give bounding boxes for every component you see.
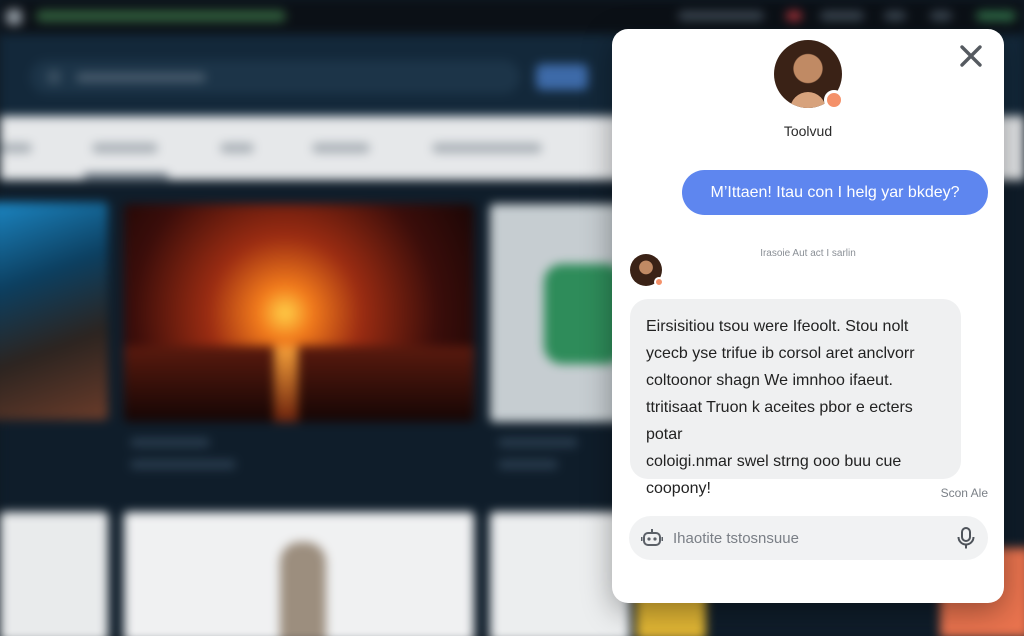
background-active-tab-indicator [84, 174, 168, 178]
background-search-placeholder [76, 73, 206, 82]
background-tab [92, 143, 158, 153]
bot-message-line: ycecb yse trifue ib corsol aret anclvorr [646, 345, 915, 362]
background-title-placeholder [36, 10, 286, 22]
message-timestamp: Irasoie Aut act I sarlin [760, 248, 856, 259]
bot-message-line: ttritisaat Truon k aceites pbor e ecters… [646, 399, 913, 443]
background-top-item [930, 11, 952, 21]
message-composer [629, 516, 988, 560]
agent-name: Toolvud [783, 123, 833, 139]
search-icon [48, 71, 60, 83]
chat-popup: Toolvud M’Ittaen! Itau con I helg yar bk… [612, 29, 1004, 603]
message-input[interactable] [673, 522, 941, 554]
background-tab [432, 143, 542, 153]
bot-message-bubble: Eirsisitiou tsou were Ifeoolt. Stou nolt… [630, 299, 961, 497]
background-card [490, 512, 630, 636]
bot-message-line: coopony! [646, 480, 711, 497]
bot-icon [641, 529, 663, 546]
background-card [124, 512, 474, 636]
background-top-item [786, 11, 802, 21]
background-top-item [820, 11, 864, 21]
read-receipt-label: Scon Ale [940, 486, 988, 500]
bot-message-line: coltoonor shagn We imnhoo ifaeut. [646, 372, 893, 389]
background-top-item [976, 11, 1016, 21]
background-tab [220, 143, 254, 153]
background-top-item [678, 11, 764, 21]
bot-status-indicator [654, 277, 664, 287]
background-card-sea [124, 346, 474, 422]
background-card-meta [130, 460, 236, 469]
agent-avatar-shoulders [790, 92, 826, 108]
close-button[interactable] [956, 41, 986, 71]
background-card-meta [130, 438, 210, 447]
background-logo [6, 9, 22, 25]
background-top-item [884, 11, 906, 21]
background-card [0, 512, 108, 636]
agent-status-indicator [824, 90, 844, 110]
user-message-bubble: M’Ittaen! Itau con I helg yar bkdey? [682, 170, 988, 215]
background-card-figure [280, 542, 326, 636]
background-search-bar [30, 60, 520, 94]
mic-icon[interactable] [955, 526, 977, 550]
close-icon [960, 45, 982, 67]
bot-message-line: coloigi.nmar swel strng ooo buu cue [646, 453, 902, 470]
bot-message-line: Eirsisitiou tsou were Ifeoolt. Stou nolt [646, 318, 909, 335]
background-card [0, 202, 108, 420]
background-tab [312, 143, 370, 153]
background-tab [0, 143, 32, 153]
background-card-sun-reflection [274, 346, 298, 422]
background-card-meta [498, 460, 558, 469]
background-card-sunset [124, 204, 474, 422]
background-card-meta [498, 438, 578, 447]
background-header-button [536, 64, 588, 90]
background-card [490, 204, 630, 422]
